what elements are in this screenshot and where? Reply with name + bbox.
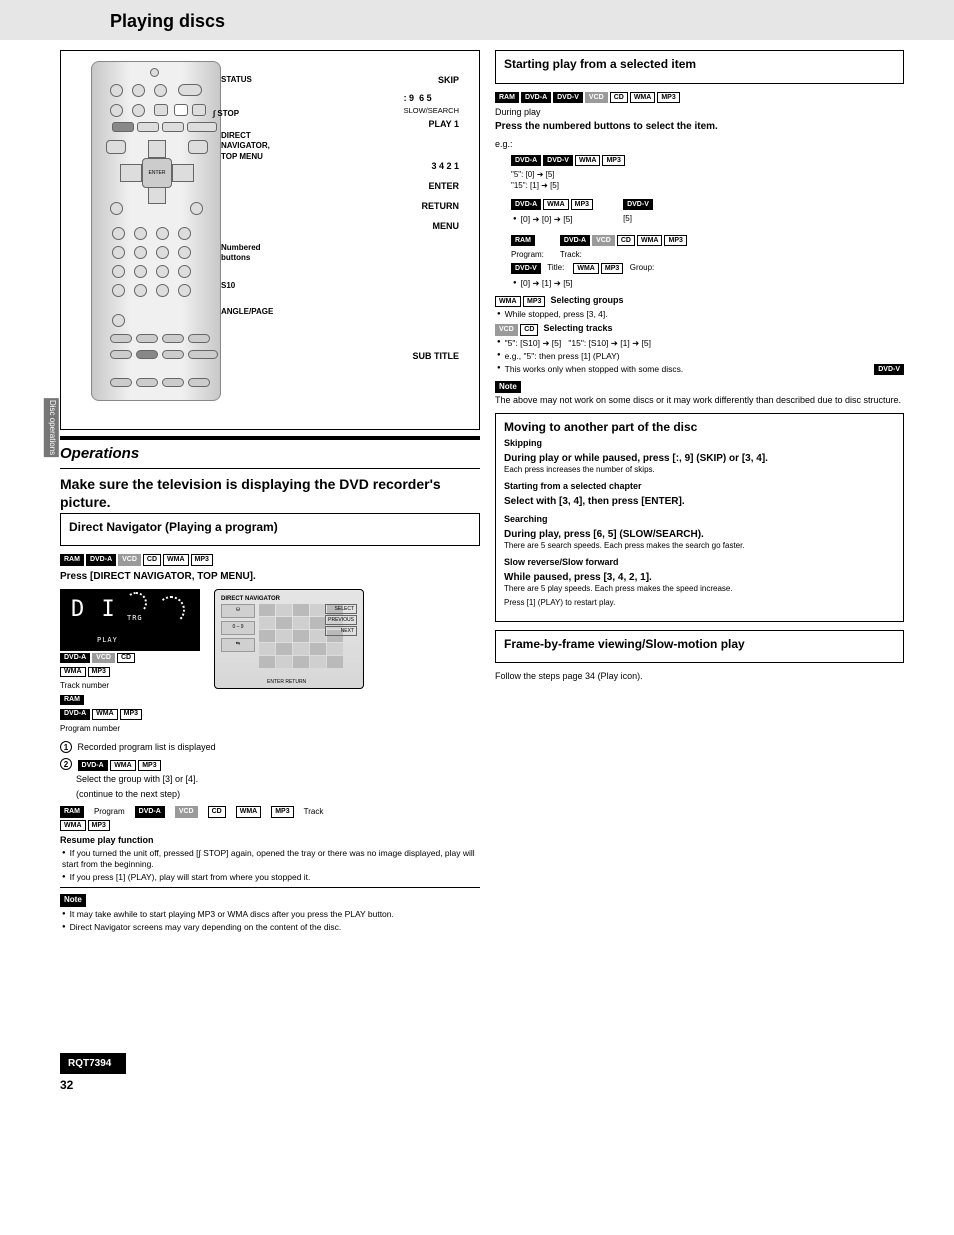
notes1: It may take awhile to start playing MP3 … bbox=[60, 909, 480, 933]
resume-bullets: If you turned the unit off, pressed [∫ S… bbox=[60, 848, 480, 883]
box1-title: Direct Navigator (Playing a program) bbox=[69, 520, 471, 536]
box-direct-navigator: Direct Navigator (Playing a program) bbox=[60, 513, 480, 547]
box2-tags: RAM DVD-A DVD-V VCD CD WMA MP3 bbox=[495, 92, 904, 103]
label-subtitle: SUB TITLE bbox=[413, 351, 460, 363]
box-frame-by-frame: Frame-by-frame viewing/Slow-motion play bbox=[495, 630, 904, 664]
box3-title: Moving to another part of the disc bbox=[504, 420, 895, 436]
box2-title: Starting play from a selected item bbox=[504, 57, 895, 73]
start-chapter-heading: Starting from a selected chapter bbox=[504, 481, 895, 493]
sel-groups-heading: WMA MP3 Selecting groups bbox=[495, 295, 904, 307]
label-angle: ANGLE/PAGE bbox=[221, 307, 273, 317]
label-status: STATUS bbox=[221, 75, 252, 85]
box1-instr: Press [DIRECT NAVIGATOR, TOP MENU]. bbox=[60, 570, 480, 583]
section-operations: Operations bbox=[60, 444, 480, 464]
unit-display: D I TRG PLAY DVD-AVCDCD WMAMP3 Track num… bbox=[60, 589, 200, 734]
remote-illustration: ENTER STATUS ∫ STOP DIRECT NAVIGA bbox=[60, 50, 480, 430]
label-skip: SKIP bbox=[438, 75, 459, 87]
box1-tags: RAM DVD-A VCD CD WMA MP3 bbox=[60, 554, 480, 565]
unit-cap-track: Track number bbox=[60, 681, 200, 691]
label-return: RETURN bbox=[422, 201, 460, 213]
label-s10: S10 bbox=[221, 281, 235, 291]
note-label: Note bbox=[60, 894, 86, 906]
box-start-selected: Starting play from a selected item bbox=[495, 50, 904, 84]
side-tab: Disc operations bbox=[44, 398, 59, 457]
footer-id: RQT7394 bbox=[60, 1053, 126, 1074]
box4-title: Frame-by-frame viewing/Slow-motion play bbox=[504, 637, 895, 653]
label-numbered: Numbered buttons bbox=[221, 243, 261, 264]
step-2: 2 bbox=[60, 758, 72, 770]
searching-heading: Searching bbox=[504, 514, 895, 526]
label-slowsearch: : 9 6 5SLOW/SEARCH bbox=[404, 93, 459, 116]
box2-instr: Press the numbered buttons to select the… bbox=[495, 120, 904, 133]
slowrev-heading: Slow reverse/Slow forward bbox=[504, 557, 895, 569]
note-label-2: Note bbox=[495, 381, 521, 393]
label-play: PLAY 1 bbox=[428, 119, 459, 131]
page-number: 32 bbox=[60, 1078, 480, 1094]
notes2: The above may not work on some discs or … bbox=[495, 395, 904, 407]
skipping-heading: Skipping bbox=[504, 438, 895, 450]
label-directnav: DIRECT NAVIGATOR, TOP MENU bbox=[221, 131, 301, 162]
page-title: Playing discs bbox=[110, 11, 225, 31]
label-enter: ENTER bbox=[428, 181, 459, 193]
sel-tracks-heading: VCD CD Selecting tracks bbox=[495, 323, 904, 335]
label-menu: MENU bbox=[433, 221, 460, 233]
unit-cap-prog: Program number bbox=[60, 724, 200, 734]
box4-para: Follow the steps page 34 (Play icon). bbox=[495, 671, 904, 683]
label-arrows: 3 4 2 1 bbox=[431, 161, 459, 173]
tv-reminder: Make sure the television is displaying t… bbox=[60, 475, 480, 511]
resume-heading: Resume play function bbox=[60, 835, 480, 847]
step-1: 1 bbox=[60, 741, 72, 753]
label-stop: ∫ STOP bbox=[213, 109, 239, 119]
box2-lead: During play bbox=[495, 107, 904, 119]
tv-screen-mock: DIRECT NAVIGATOR ⛁0 – 9⇆ SELECT PREVIOUS… bbox=[214, 589, 364, 689]
box-moving: Moving to another part of the disc Skipp… bbox=[495, 413, 904, 622]
